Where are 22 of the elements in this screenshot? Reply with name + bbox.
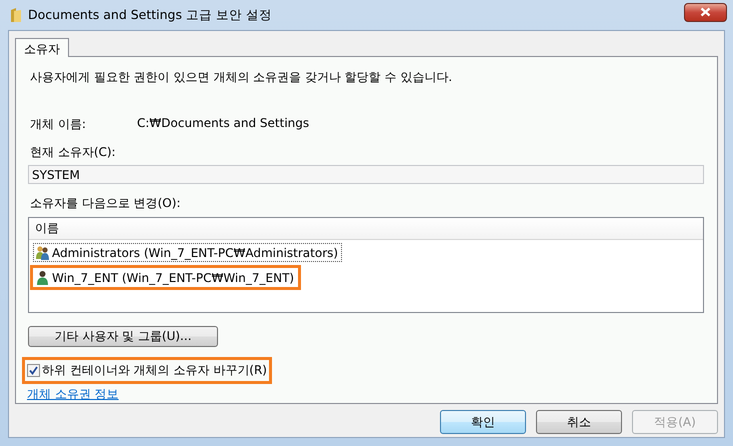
dialog-button[interactable]: 확인 (440, 410, 526, 434)
check-icon (29, 366, 38, 375)
object-name-value: C:₩Documents and Settings (137, 116, 310, 132)
user-icon (35, 270, 50, 285)
close-icon (700, 7, 711, 17)
dialog-button[interactable]: 취소 (536, 410, 622, 434)
tab[interactable]: 소유자 (15, 38, 69, 57)
window-title: Documents and Settings 고급 보안 설정 (28, 6, 272, 24)
owner-list-item[interactable]: Win_7_ENT (Win_7_ENT-PC₩Win_7_ENT) (33, 268, 298, 287)
folder-icon (10, 7, 22, 23)
checkbox[interactable] (27, 364, 40, 377)
owner-list-item[interactable]: Administrators (Win_7_ENT-PC₩Administrators) (33, 243, 342, 262)
current-owner-label: 현재 소유자(C): (30, 144, 117, 161)
object-name-label: 개체 이름: (30, 116, 87, 133)
change-owner-label: 소유자를 다음으로 변경(O): (30, 195, 182, 212)
close-button[interactable] (684, 2, 727, 22)
current-owner-field[interactable]: SYSTEM (28, 165, 704, 184)
description-text: 사용자에게 필요한 권한이 있으면 개체의 소유권을 갖거나 할당할 수 있습니다. (30, 69, 454, 86)
other-users-button[interactable]: 기타 사용자 및 그룹(U)... (28, 326, 218, 347)
replace-owner-checkbox[interactable]: 하위 컨테이너와 개체의 소유자 바꾸기(R) (27, 362, 267, 379)
group-icon (35, 245, 50, 260)
ownership-info-link[interactable]: 개체 소유권 정보 (27, 386, 119, 403)
